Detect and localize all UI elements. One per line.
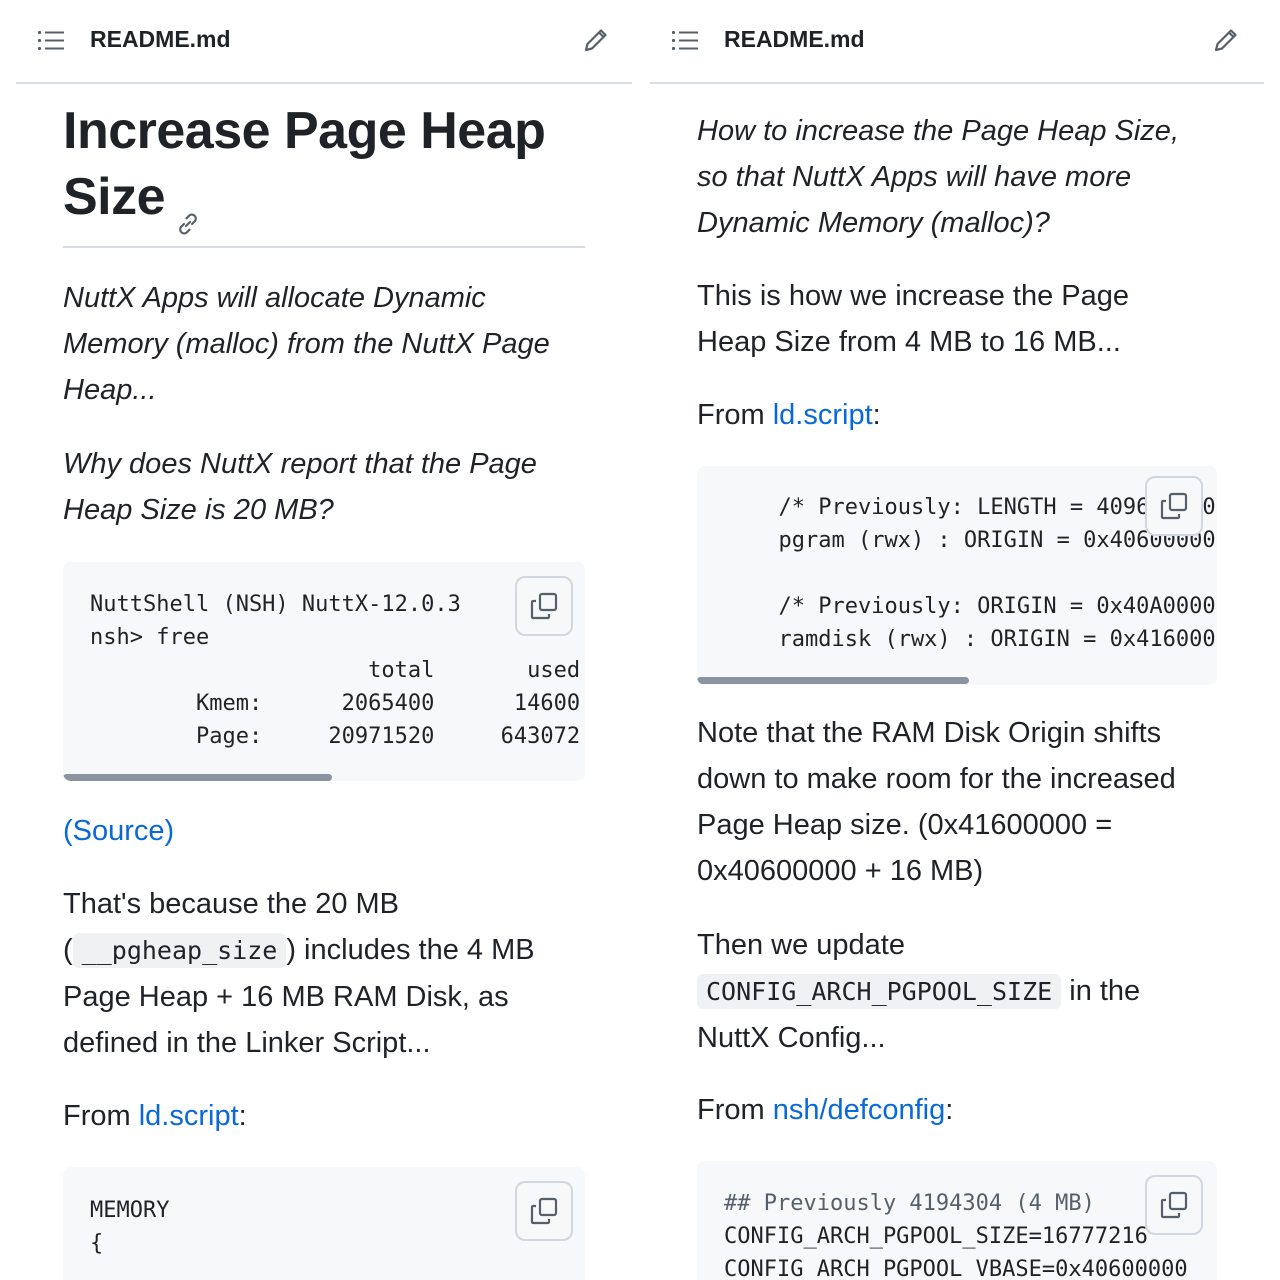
list-icon[interactable] — [38, 30, 64, 52]
file-header: README.md — [16, 0, 632, 84]
code-text: ## Previously 4194304 (4 MB) CONFIG_ARCH… — [724, 1191, 1188, 1280]
page-title: Increase Page Heap Size — [63, 98, 585, 235]
file-name: README.md — [90, 26, 231, 52]
left-panel: README.md Increase Page Heap Size NuttX … — [0, 0, 640, 1280]
how-to-paragraph: How to increase the Page Heap Size, so th… — [697, 115, 1179, 239]
source-link[interactable]: (Source) — [63, 815, 174, 847]
copy-button[interactable] — [515, 576, 573, 636]
pencil-icon[interactable] — [1212, 26, 1240, 54]
code-text: MEMORY { — [90, 1198, 170, 1256]
code-block-free: NuttShell (NSH) NuttX-12.0.3 nsh> free t… — [63, 562, 585, 781]
link-icon[interactable] — [175, 187, 201, 235]
from-defconfig-line: From nsh/defconfig: — [697, 1094, 954, 1126]
ldscript-link[interactable]: ld.script — [773, 399, 873, 431]
file-name: README.md — [724, 26, 865, 52]
increase-paragraph: This is how we increase the Page Heap Siz… — [697, 280, 1129, 358]
title-divider — [63, 246, 585, 248]
list-icon[interactable] — [672, 30, 698, 52]
question-paragraph: Why does NuttX report that the Page Heap … — [63, 448, 537, 526]
ldscript-link[interactable]: ld.script — [139, 1100, 239, 1132]
right-panel: README.md How to increase the Page Heap … — [640, 0, 1280, 1280]
copy-button[interactable] — [515, 1181, 573, 1241]
code-block-memory: MEMORY { — [63, 1167, 585, 1280]
code-block-ldscript: /* Previously: LENGTH = 4096 * 1024 */ p… — [697, 466, 1217, 685]
file-header: README.md — [650, 0, 1264, 84]
copy-icon — [530, 592, 558, 620]
horizontal-scrollbar[interactable] — [697, 677, 969, 684]
copy-button[interactable] — [1145, 476, 1203, 536]
explain-paragraph: That's because the 20 MB(__pgheap_size) … — [63, 888, 535, 1059]
horizontal-scrollbar[interactable] — [63, 774, 332, 781]
code-block-defconfig: ## Previously 4194304 (4 MB) CONFIG_ARCH… — [697, 1161, 1217, 1280]
from-ldscript-line: From ld.script: — [697, 399, 881, 431]
copy-button[interactable] — [1145, 1175, 1203, 1235]
pencil-icon[interactable] — [582, 26, 610, 54]
intro-paragraph: NuttX Apps will allocate Dynamic Memory (… — [63, 282, 550, 406]
copy-icon — [1160, 1191, 1188, 1219]
defconfig-link[interactable]: nsh/defconfig — [773, 1094, 946, 1126]
copy-icon — [530, 1197, 558, 1225]
inline-code-pgpool: CONFIG_ARCH_PGPOOL_SIZE — [697, 974, 1062, 1009]
inline-code-pgheap: __pgheap_size — [72, 933, 287, 968]
from-ldscript-line: From ld.script: — [63, 1100, 247, 1132]
update-paragraph: Then we update CONFIG_ARCH_PGPOOL_SIZE in… — [697, 929, 1141, 1054]
code-text: NuttShell (NSH) NuttX-12.0.3 nsh> free t… — [90, 592, 581, 749]
note-paragraph: Note that the RAM Disk Origin shifts down… — [697, 717, 1176, 887]
copy-icon — [1160, 492, 1188, 520]
